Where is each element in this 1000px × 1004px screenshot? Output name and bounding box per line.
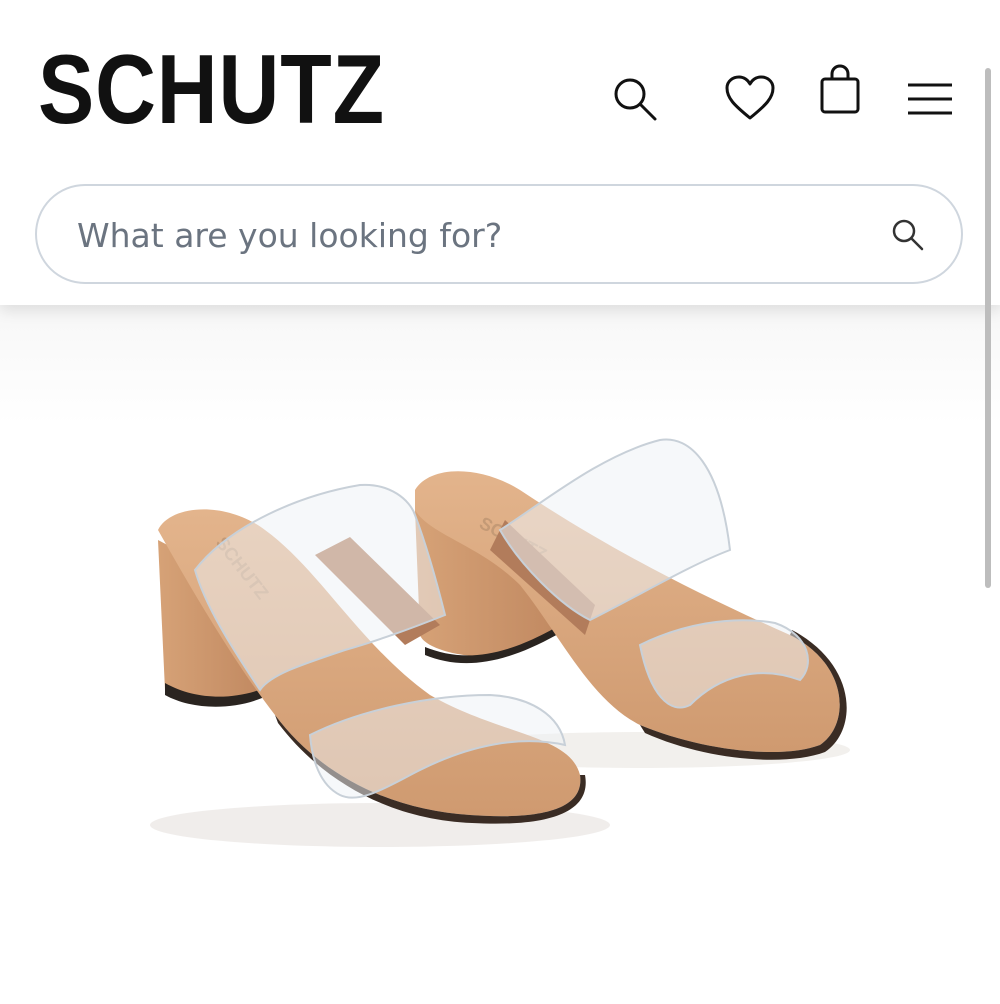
search-icon[interactable] bbox=[610, 74, 660, 124]
product-image: SCHUTZ SCHUTZ bbox=[0, 305, 1000, 1000]
shopping-bag-icon[interactable] bbox=[818, 64, 862, 116]
menu-icon[interactable] bbox=[906, 82, 954, 116]
brand-logo[interactable]: SCHUTZ bbox=[38, 40, 385, 138]
scrollbar[interactable] bbox=[985, 68, 991, 588]
search-submit-icon[interactable] bbox=[891, 218, 925, 256]
top-header: SCHUTZ bbox=[0, 0, 1000, 305]
search-bar bbox=[35, 184, 963, 284]
sandal-illustration: SCHUTZ SCHUTZ bbox=[150, 438, 850, 847]
search-input[interactable] bbox=[75, 208, 859, 262]
heart-icon[interactable] bbox=[724, 74, 776, 122]
